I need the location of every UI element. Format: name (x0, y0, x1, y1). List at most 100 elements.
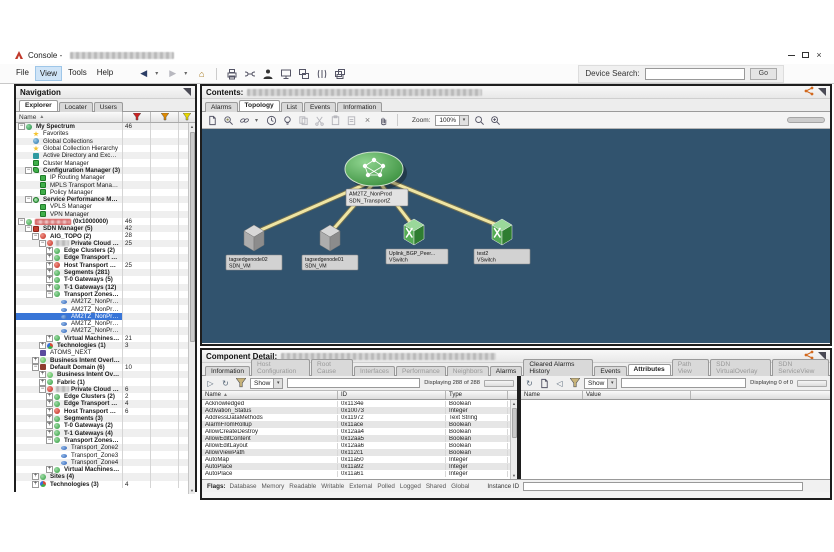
collapse-toggle-icon[interactable]: − (39, 385, 46, 393)
menu-help[interactable]: Help (93, 66, 117, 81)
expand-toggle-icon[interactable]: + (39, 371, 46, 379)
tree-item[interactable]: + Virtual Machines (2) (16, 465, 195, 474)
contents-tab-topology[interactable]: Topology (238, 100, 280, 111)
alarm-icon[interactable] (282, 115, 293, 126)
tree-scrollbar[interactable]: ▲ ▼ (188, 123, 195, 494)
contents-tab-list[interactable]: List (280, 102, 303, 112)
minimize-button[interactable] (784, 49, 798, 61)
delete-x-icon[interactable]: × (362, 115, 373, 126)
tree-item[interactable]: + Sites (4) (16, 473, 195, 481)
expand-toggle-icon[interactable]: + (46, 261, 53, 269)
paste-icon[interactable] (330, 114, 341, 126)
tree-item[interactable]: − Private Cloud (2) 25 (16, 239, 195, 248)
column-header-id[interactable]: ID (338, 391, 446, 399)
vm-node[interactable]: tagsedgenode02 SDN_VM (225, 224, 283, 271)
expand-toggle-icon[interactable]: + (46, 247, 53, 255)
monitor-icon[interactable] (279, 67, 292, 80)
tree-item[interactable]: + Technologies (3) 4 (16, 480, 195, 488)
tree-item[interactable]: Cluster Manager (16, 159, 195, 167)
collapse-toggle-icon[interactable]: − (18, 218, 25, 225)
tree-item[interactable]: AM2TZ_NonProd_VLAN_VM (16, 327, 195, 335)
back-menu-icon[interactable]: ▾ (155, 70, 161, 77)
attribute-row[interactable]: AllowViewPath 0x112c1 Boolean (202, 449, 517, 456)
tree-item[interactable]: Transport_Zone3 (16, 451, 195, 459)
menu-file[interactable]: File (12, 66, 33, 81)
contents-tab-events[interactable]: Events (303, 102, 337, 112)
tree-item[interactable]: + Edge Clusters (2) (16, 247, 195, 255)
move-left-icon[interactable]: ◁ (554, 378, 565, 389)
clipboard-icon[interactable] (346, 115, 357, 126)
filter-icon[interactable] (569, 378, 580, 389)
tree-item[interactable]: AM2TZ_NonProd_VLAN_Pe... (16, 312, 195, 321)
maximize-button[interactable] (798, 49, 812, 61)
scroll-down-icon[interactable]: ▼ (190, 487, 194, 494)
tree-item[interactable]: + Technologies (1) 3 (16, 341, 195, 350)
scroll-up-icon[interactable]: ▲ (190, 123, 194, 130)
tree-item[interactable]: + Fabric (1) (16, 378, 195, 386)
column-header-type[interactable]: Type (446, 391, 508, 399)
tree-item[interactable]: Transport_Zone4 (16, 458, 195, 466)
show-dropdown-icon[interactable]: ▾ (273, 378, 283, 388)
critical-alarm-filter-icon[interactable] (122, 112, 150, 122)
cut-icon[interactable] (314, 115, 325, 126)
tree-item[interactable]: − Configuration Manager (3) (16, 166, 195, 175)
tree-item[interactable]: − Transport Zones (3) (16, 436, 195, 445)
zoom-select[interactable]: 100% ▾ (435, 114, 470, 126)
tree-item[interactable]: + Segments (281) (16, 268, 195, 277)
vswitch-node[interactable]: Uplink_BGP_Peer... VSwitch (385, 218, 449, 265)
attributes-scrollbar[interactable]: ▲ ▼ (510, 400, 517, 479)
split-view-icon[interactable] (315, 67, 328, 80)
attributes-filter-input[interactable] (287, 378, 421, 388)
back-icon[interactable]: ◀ (137, 67, 150, 80)
tree-item[interactable]: + Business Intent Overlays (4) (16, 371, 195, 379)
tree-item[interactable]: Global Collections (16, 137, 195, 145)
zoom-dropdown-icon[interactable]: ▾ (459, 115, 469, 125)
tree-item[interactable]: VPN Manager (16, 210, 195, 218)
expand-toggle-icon[interactable]: + (46, 407, 53, 415)
refresh-icon[interactable]: ↻ (524, 378, 535, 389)
collapse-toggle-icon[interactable]: − (25, 225, 32, 233)
expand-toggle-icon[interactable]: + (39, 378, 46, 386)
hand-select-icon[interactable] (378, 115, 389, 126)
close-button[interactable]: × (812, 49, 826, 61)
expand-toggle-icon[interactable]: + (46, 254, 53, 262)
user-icon[interactable] (261, 67, 274, 80)
tree-item[interactable]: + T-1 Gateways (4) (16, 429, 195, 437)
vswitch-node[interactable]: test2 VSwitch (473, 218, 531, 265)
tree-item[interactable]: AM2TZ_NonProd_Bridge_VL... (16, 298, 195, 306)
pin-board-icon[interactable] (223, 115, 234, 126)
tree-item[interactable]: + Edge Transport Nodes (4) (16, 254, 195, 262)
schedule-icon[interactable] (266, 115, 277, 126)
tree-item[interactable]: + Host Transport Nodes (4)25 (16, 261, 195, 269)
play-icon[interactable]: ▷ (205, 378, 216, 389)
detail-tab-information[interactable]: Information (205, 366, 250, 376)
print-icon[interactable] (225, 67, 238, 80)
tree-item[interactable]: − Transport Zones (5) (16, 290, 195, 299)
detail-tab-cleared-alarms-history[interactable]: Cleared Alarms History (523, 359, 594, 376)
tree-item[interactable]: Active Directory and Exchange Server Man… (16, 152, 195, 160)
tree-item[interactable]: + T-0 Gateways (2) (16, 422, 195, 430)
share-icon[interactable] (804, 83, 814, 101)
expand-toggle-icon[interactable]: + (39, 342, 46, 350)
collapse-toggle-icon[interactable]: − (32, 232, 39, 240)
expand-toggle-icon[interactable]: + (46, 429, 53, 437)
tree-item[interactable]: − (0x1000000) 46 (16, 217, 195, 226)
tree-item[interactable]: Global Collection Hierarchy (16, 144, 195, 153)
tree-item[interactable]: AM2TZ_NonProd_VLAN_PeerB (16, 320, 195, 328)
tree-item[interactable]: − Service Performance Manager (2) (16, 195, 195, 204)
expand-toggle-icon[interactable]: + (46, 283, 53, 291)
expand-toggle-icon[interactable]: + (46, 269, 53, 277)
filter-icon[interactable] (235, 378, 246, 389)
forward-icon[interactable]: ▶ (166, 67, 179, 80)
major-alarm-filter-icon[interactable] (150, 112, 178, 122)
tree-item[interactable]: − SDN Manager (5) 42 (16, 225, 195, 233)
tree-item[interactable]: Policy Manager (16, 188, 195, 196)
values-show-select[interactable]: Show ▾ (584, 377, 618, 389)
tree-item[interactable]: + Virtual Machines (102)21 (16, 334, 195, 342)
tree-item[interactable]: − Private Cloud (3) 6 (16, 385, 195, 393)
instance-id-input[interactable] (523, 481, 804, 491)
pin-icon[interactable] (818, 88, 826, 96)
collapse-toggle-icon[interactable]: − (32, 363, 39, 371)
tree-item[interactable]: + T-1 Gateways (12) (16, 283, 195, 291)
contents-tab-information[interactable]: Information (337, 102, 383, 112)
